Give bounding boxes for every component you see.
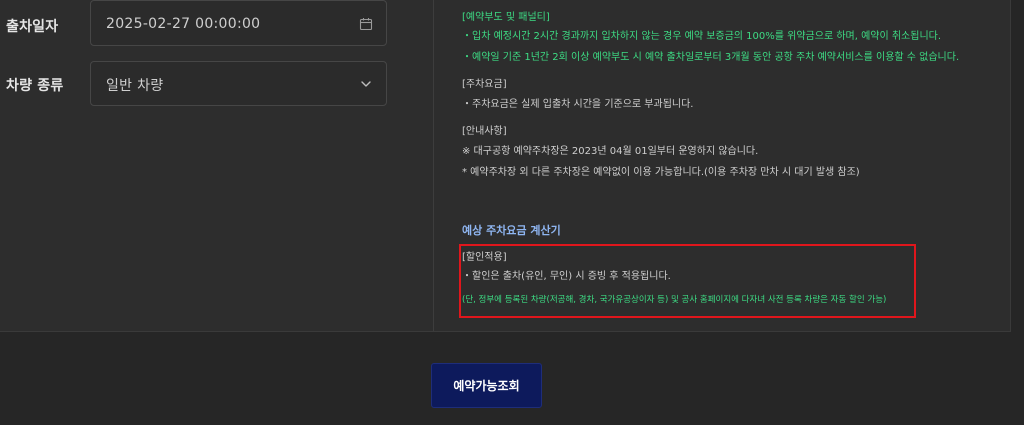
chevron-down-icon	[361, 81, 371, 87]
vehicle-type-select[interactable]: 일반 차량	[90, 61, 387, 106]
vehicle-type-value: 일반 차량	[106, 78, 164, 94]
discount-text-2: (단, 정부에 등록된 차량(저공해, 경차, 국가유공상이자 등) 및 공사 …	[462, 295, 887, 305]
page: 출차일자 2025-02-27 00:00:00 차량 종류 일반 차량 [예약…	[0, 0, 1024, 425]
penalty-title: [예약부도 및 패널티]	[462, 12, 550, 23]
vehicle-type-label: 차량 종류	[6, 78, 64, 94]
fee-title: [주차요금]	[462, 79, 507, 90]
penalty-text-1: ・입차 예정시간 2시간 경과까지 입차하지 않는 경우 예약 보증금의 100…	[462, 31, 942, 42]
reservation-card: 출차일자 2025-02-27 00:00:00 차량 종류 일반 차량 [예약…	[0, 0, 1011, 332]
departure-date-field[interactable]: 2025-02-27 00:00:00	[90, 0, 387, 46]
check-availability-button[interactable]: 예약가능조회	[431, 363, 542, 408]
departure-date-label: 출차일자	[6, 19, 59, 35]
guide-text-1: ※ 대구공항 예약주차장은 2023년 04월 01일부터 운영하지 않습니다.	[462, 146, 759, 157]
discount-title: [할인적용]	[462, 252, 507, 263]
guide-title: [안내사항]	[462, 126, 507, 137]
column-divider	[433, 0, 434, 331]
calendar-icon[interactable]	[359, 17, 373, 31]
discount-text-1: ・할인은 출차(유인, 무인) 시 증빙 후 적용됩니다.	[462, 271, 671, 282]
fee-text-1: ・주차요금은 실제 입출차 시간을 기준으로 부과됩니다.	[462, 99, 694, 110]
departure-date-value: 2025-02-27 00:00:00	[106, 16, 261, 32]
penalty-text-2: ・예약일 기준 1년간 2회 이상 예약부도 시 예약 출차일로부터 3개월 동…	[462, 52, 960, 63]
guide-text-2: * 예약주차장 외 다른 주차장은 예약없이 이용 가능합니다.(이용 주차장 …	[462, 167, 860, 178]
fee-calculator-title: 예상 주차요금 계산기	[462, 224, 561, 237]
